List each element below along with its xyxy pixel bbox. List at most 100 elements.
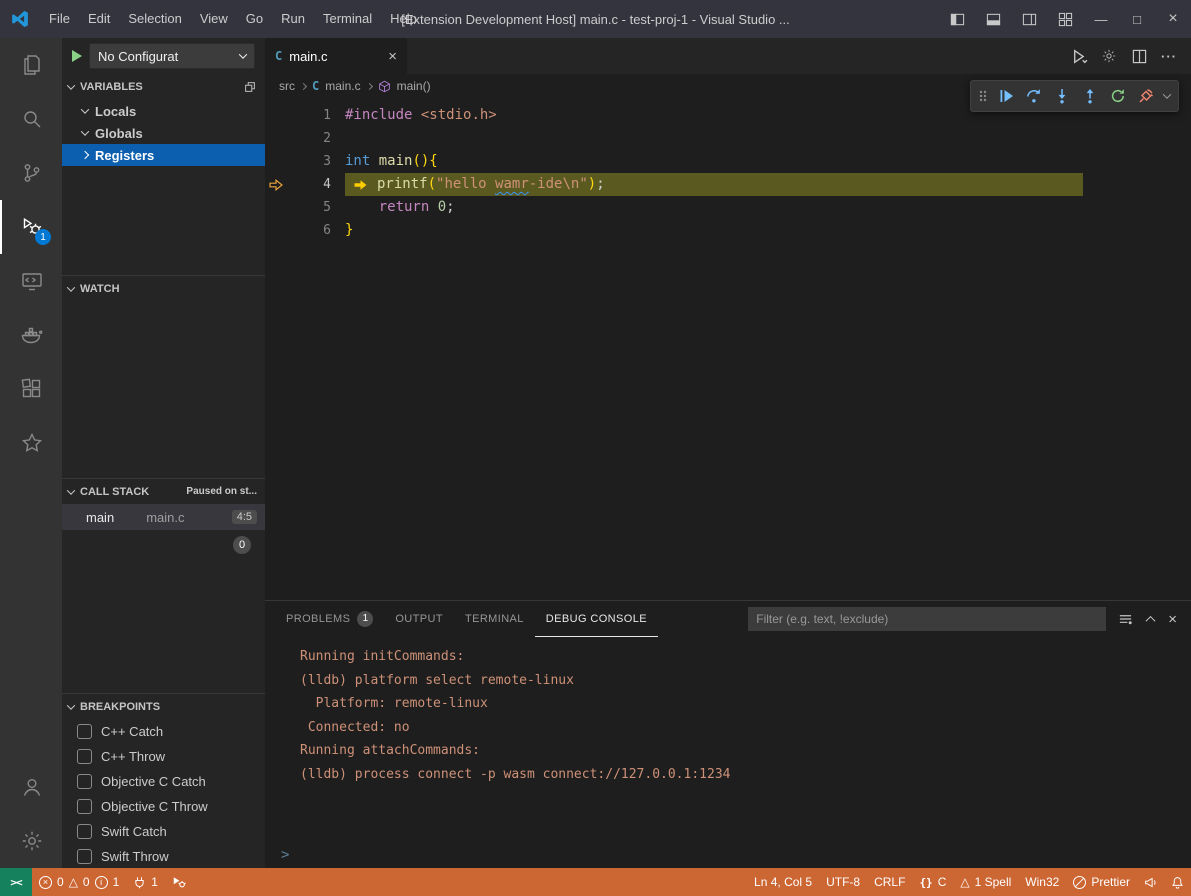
console-filter-input[interactable] xyxy=(748,607,1106,631)
breadcrumb-folder[interactable]: src xyxy=(279,79,295,93)
menu-file[interactable]: File xyxy=(40,0,79,38)
editor-gear-icon[interactable] xyxy=(1097,44,1121,68)
encoding-indicator[interactable]: UTF-8 xyxy=(819,868,867,896)
menu-go[interactable]: Go xyxy=(237,0,272,38)
eol-indicator[interactable]: CRLF xyxy=(867,868,912,896)
breakpoint-item[interactable]: C++ Throw xyxy=(62,744,265,769)
notifications-indicator[interactable] xyxy=(1164,868,1191,896)
tab-main-c[interactable]: C main.c × xyxy=(265,38,407,74)
code-content[interactable]: printf("hello wamr-ide\n"); xyxy=(345,173,1083,196)
line-number[interactable]: 2 xyxy=(287,127,331,150)
variables-item-locals[interactable]: Locals xyxy=(62,100,265,122)
extensions-icon[interactable] xyxy=(0,362,62,416)
start-debug-icon[interactable] xyxy=(72,50,82,62)
breakpoints-section-header[interactable]: BREAKPOINTS xyxy=(62,693,265,719)
code-content[interactable]: } xyxy=(345,219,353,242)
breakpoint-item[interactable]: C++ Catch xyxy=(62,719,265,744)
variables-section-header[interactable]: VARIABLES xyxy=(62,74,265,100)
formatter-indicator[interactable]: Prettier xyxy=(1066,868,1137,896)
star-icon[interactable] xyxy=(0,416,62,470)
breakpoint-checkbox[interactable] xyxy=(77,849,92,864)
debug-stackframe-arrow-icon[interactable] xyxy=(265,179,287,191)
code-editor[interactable]: 1 #include <stdio.h> 23 int main(){ 4 printf(… xyxy=(265,98,1191,600)
docker-icon[interactable] xyxy=(0,308,62,362)
toggle-panel-icon[interactable] xyxy=(975,0,1011,38)
breakpoint-item[interactable]: Swift Throw xyxy=(62,844,265,868)
disconnect-button[interactable] xyxy=(1132,83,1159,110)
line-number[interactable]: 5 xyxy=(287,196,331,219)
accounts-icon[interactable] xyxy=(0,760,62,814)
menu-selection[interactable]: Selection xyxy=(119,0,190,38)
close-panel-icon[interactable]: × xyxy=(1168,611,1177,628)
search-icon[interactable] xyxy=(0,92,62,146)
code-content[interactable]: return 0; xyxy=(345,196,455,219)
breakpoint-checkbox[interactable] xyxy=(77,774,92,789)
remote-explorer-icon[interactable] xyxy=(0,254,62,308)
breadcrumb-symbol[interactable]: main() xyxy=(397,79,431,93)
tab-close-icon[interactable]: × xyxy=(388,48,397,65)
code-content[interactable]: int main(){ xyxy=(345,150,438,173)
debug-config-dropdown[interactable]: No Configurat xyxy=(89,43,255,69)
callstack-section-header[interactable]: CALL STACK Paused on st... xyxy=(62,478,265,504)
explorer-icon[interactable] xyxy=(0,38,62,92)
line-number[interactable]: 3 xyxy=(287,150,331,173)
line-number[interactable]: 4 xyxy=(287,173,331,196)
line-number[interactable]: 1 xyxy=(287,104,331,127)
cursor-position[interactable]: Ln 4, Col 5 xyxy=(747,868,819,896)
breakpoint-checkbox[interactable] xyxy=(77,799,92,814)
filter-lines-icon[interactable] xyxy=(1118,612,1133,627)
maximize-panel-icon[interactable] xyxy=(1147,616,1154,623)
split-editor-icon[interactable] xyxy=(1127,44,1151,68)
spell-checker-indicator[interactable]: △1 Spell xyxy=(953,868,1018,896)
panel-tab-problems[interactable]: PROBLEMS1 xyxy=(275,601,384,637)
remote-indicator[interactable]: >< xyxy=(0,868,32,896)
maximize-button[interactable]: □ xyxy=(1119,0,1155,38)
menu-view[interactable]: View xyxy=(191,0,237,38)
drag-handle-icon[interactable] xyxy=(975,83,991,110)
watch-section-header[interactable]: WATCH xyxy=(62,275,265,301)
more-actions-icon[interactable]: ··· xyxy=(1157,44,1181,68)
customize-layout-icon[interactable] xyxy=(1047,0,1083,38)
debug-session-indicator[interactable] xyxy=(165,868,193,896)
ports-indicator[interactable]: 1 xyxy=(126,868,165,896)
toggle-secondary-sidebar-icon[interactable] xyxy=(1011,0,1047,38)
breakpoint-item[interactable]: Objective C Throw xyxy=(62,794,265,819)
breakpoint-checkbox[interactable] xyxy=(77,724,92,739)
menu-edit[interactable]: Edit xyxy=(79,0,119,38)
breakpoint-checkbox[interactable] xyxy=(77,749,92,764)
close-button[interactable]: × xyxy=(1155,0,1191,38)
menu-terminal[interactable]: Terminal xyxy=(314,0,381,38)
run-and-debug-icon[interactable]: 1 xyxy=(0,200,62,254)
breakpoint-item[interactable]: Swift Catch xyxy=(62,819,265,844)
minimize-button[interactable]: — xyxy=(1083,0,1119,38)
settings-gear-icon[interactable] xyxy=(0,814,62,868)
line-number[interactable]: 6 xyxy=(287,219,331,242)
problems-indicator[interactable]: ×0 △0 i1 xyxy=(32,868,126,896)
panel-tab-terminal[interactable]: TERMINAL xyxy=(454,601,535,637)
variables-item-globals[interactable]: Globals xyxy=(62,122,265,144)
stack-frame-row[interactable]: main main.c 4:5 xyxy=(62,504,265,530)
breakpoint-checkbox[interactable] xyxy=(77,824,92,839)
announcement-indicator[interactable] xyxy=(1137,868,1164,896)
menu-run[interactable]: Run xyxy=(272,0,314,38)
step-out-button[interactable] xyxy=(1076,83,1103,110)
toggle-sidebar-icon[interactable] xyxy=(939,0,975,38)
code-content[interactable]: #include <stdio.h> xyxy=(345,104,497,127)
panel-tab-debug-console[interactable]: DEBUG CONSOLE xyxy=(535,601,658,637)
panel-tab-output[interactable]: OUTPUT xyxy=(384,601,454,637)
chevron-down-icon[interactable] xyxy=(1160,93,1174,99)
step-over-button[interactable] xyxy=(1020,83,1047,110)
source-control-icon[interactable] xyxy=(0,146,62,200)
continue-button[interactable] xyxy=(992,83,1019,110)
variables-item-registers[interactable]: Registers xyxy=(62,144,265,166)
collapse-all-icon[interactable] xyxy=(243,80,257,94)
breakpoint-item[interactable]: Objective C Catch xyxy=(62,769,265,794)
language-mode[interactable]: {}C xyxy=(912,868,953,896)
run-or-debug-button[interactable] xyxy=(1067,44,1091,68)
breadcrumb-file[interactable]: main.c xyxy=(325,79,360,93)
chevron-down-icon xyxy=(239,50,247,58)
debug-console-prompt[interactable]: > xyxy=(265,842,1191,868)
platform-indicator[interactable]: Win32 xyxy=(1018,868,1066,896)
step-into-button[interactable] xyxy=(1048,83,1075,110)
restart-button[interactable] xyxy=(1104,83,1131,110)
